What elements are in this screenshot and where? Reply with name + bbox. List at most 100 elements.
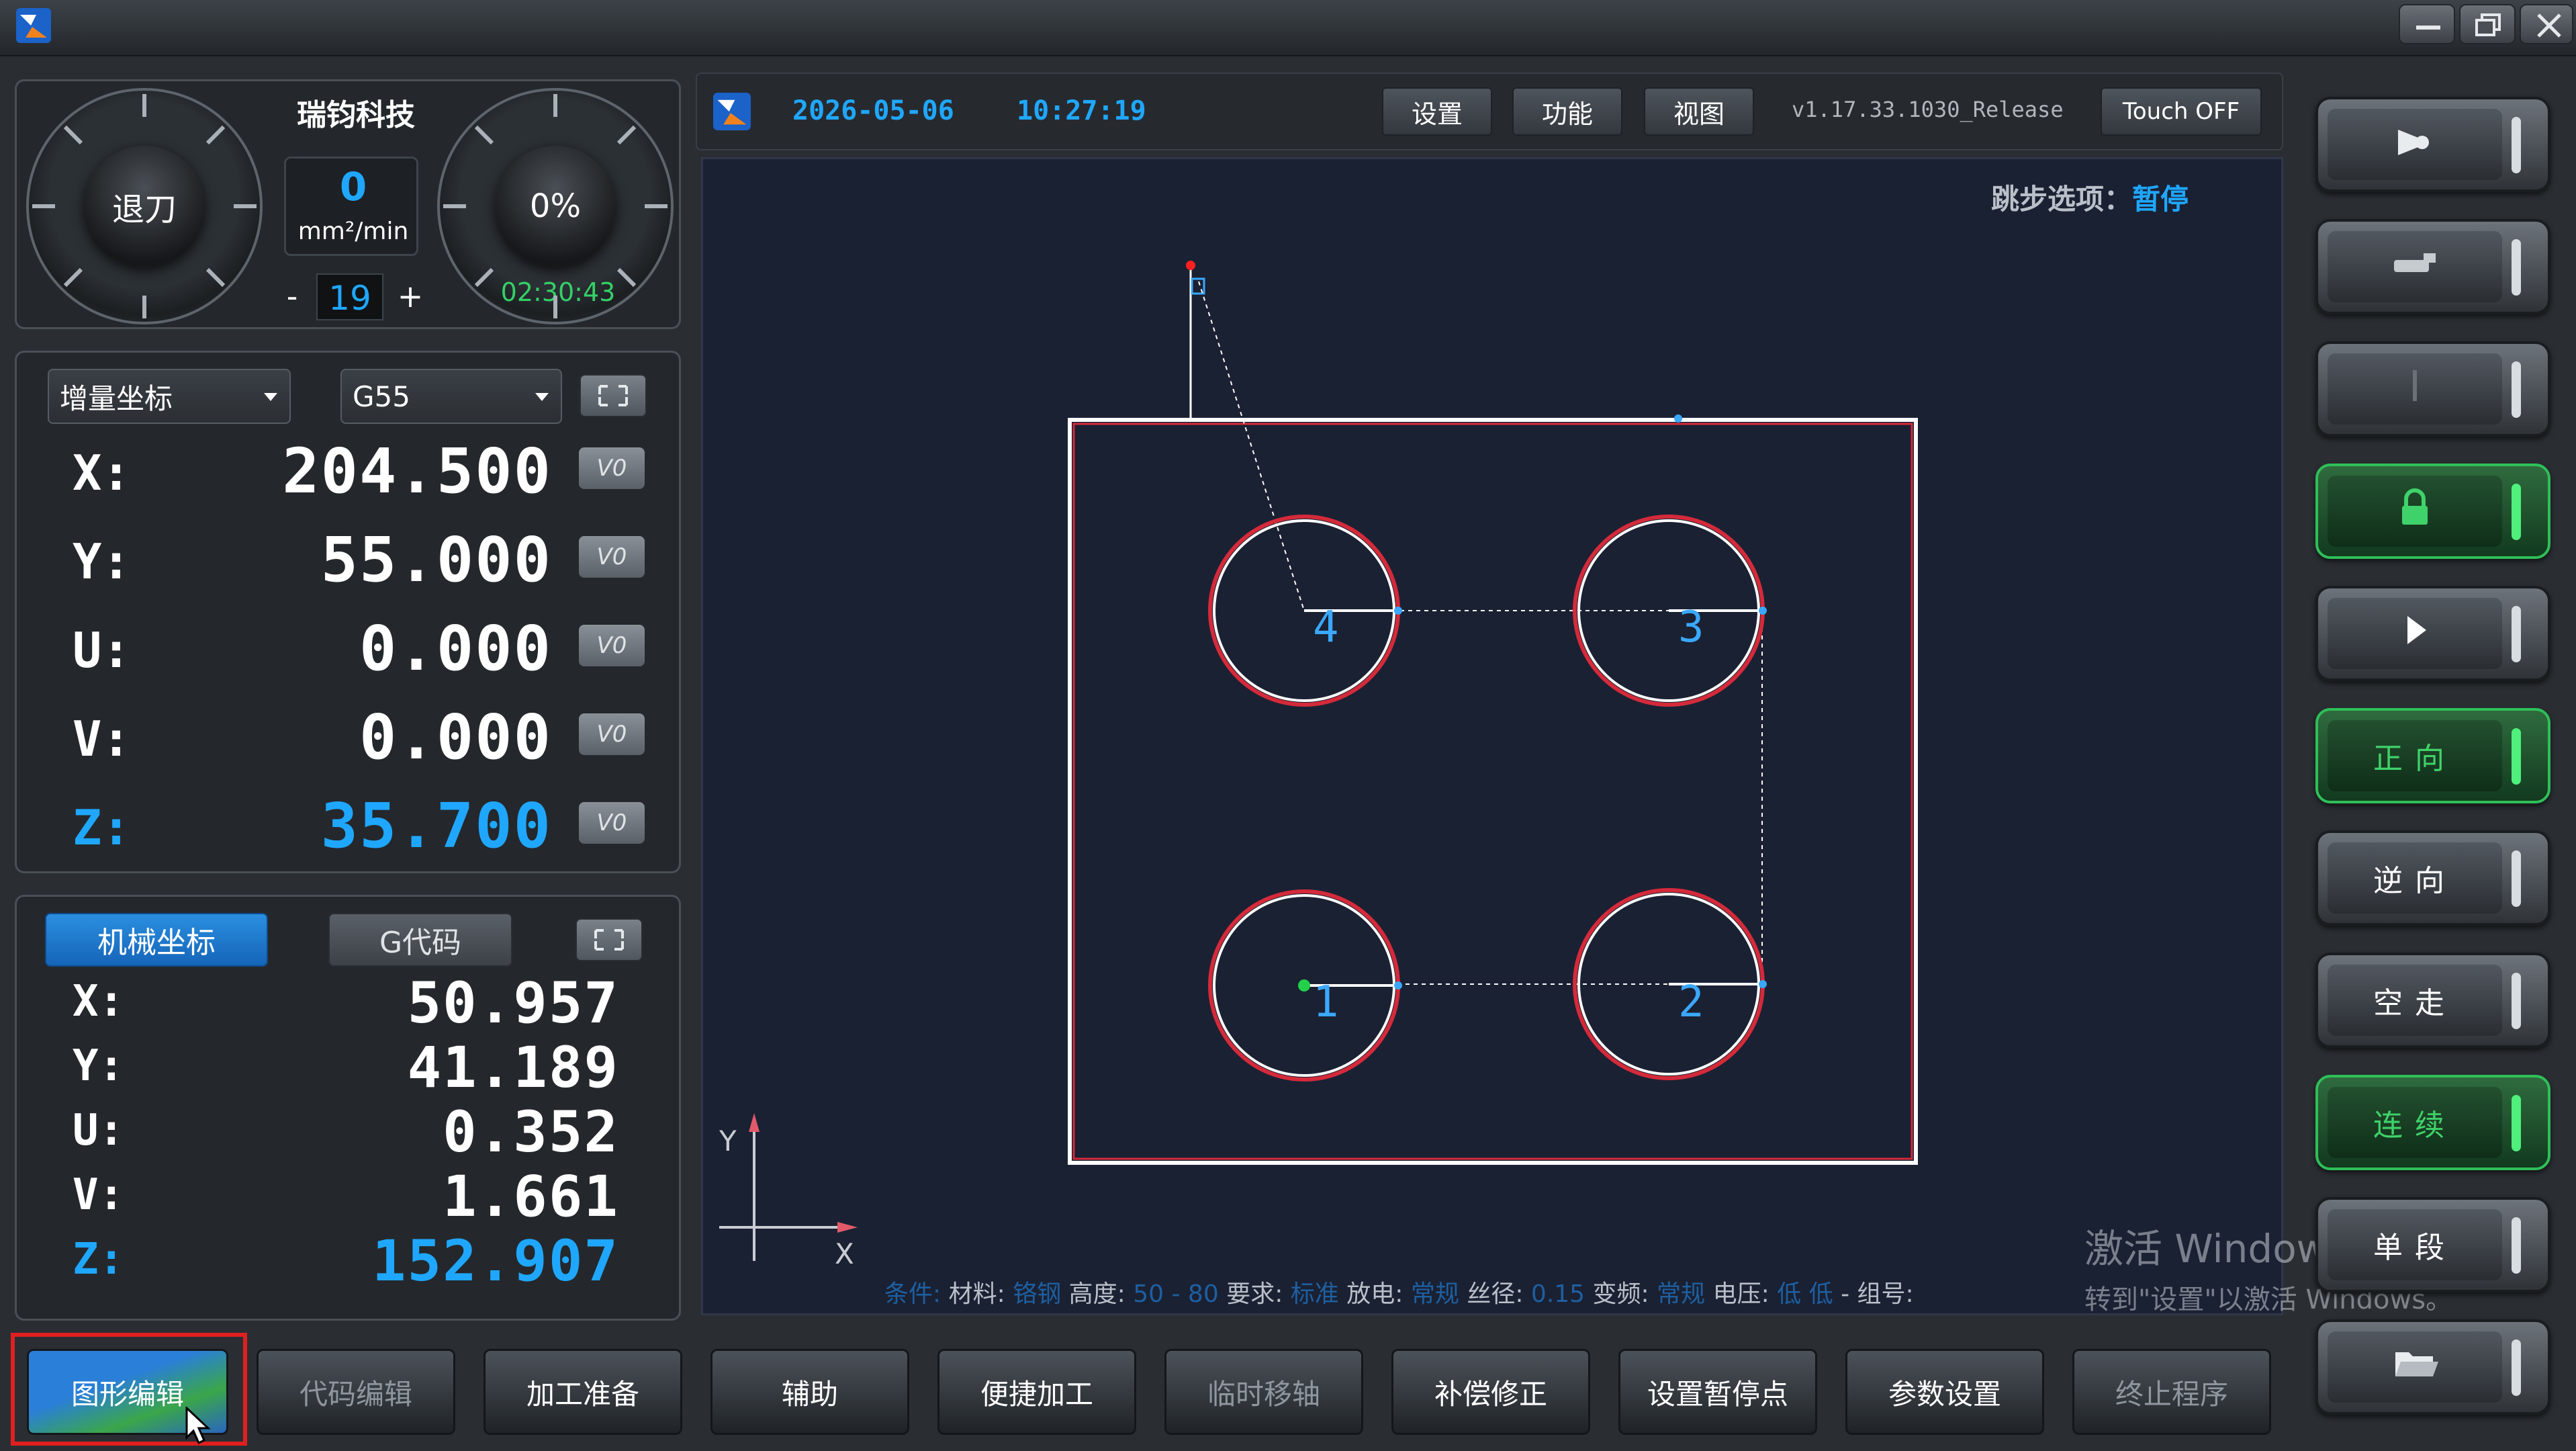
bottom-button-5[interactable]: 便捷加工: [937, 1349, 1136, 1435]
app-logo-icon: [713, 93, 751, 130]
tab-gcode[interactable]: G代码: [328, 913, 512, 967]
lock-icon: [2385, 484, 2445, 539]
minimize-button[interactable]: [2399, 4, 2455, 44]
zero-axis-button[interactable]: V0: [579, 536, 645, 578]
dial-tick: [205, 267, 226, 288]
stepper-plus-button[interactable]: +: [390, 276, 430, 316]
side-button-label: 逆向: [2373, 864, 2456, 898]
bottom-button-3[interactable]: 加工准备: [484, 1349, 682, 1435]
feed-knob-label: 0%: [529, 187, 582, 225]
zero-axis-button[interactable]: V0: [579, 802, 645, 844]
dial-tick: [645, 204, 668, 208]
side-button-5[interactable]: [2315, 586, 2550, 681]
bottom-button-10[interactable]: 终止程序: [2072, 1349, 2271, 1435]
machine-coord-value: 0.352: [443, 1099, 619, 1165]
coord-value: 0.000: [359, 701, 552, 773]
touch-toggle[interactable]: Touch OFF: [2101, 87, 2262, 136]
expand-button[interactable]: [580, 374, 647, 417]
machine-axis-label: U:: [73, 1106, 125, 1155]
wire-icon: [2385, 362, 2445, 416]
tab-machine-coords[interactable]: 机械坐标: [45, 913, 268, 967]
menu-functions[interactable]: 功能: [1512, 87, 1622, 136]
side-button-9[interactable]: 连续: [2315, 1075, 2550, 1170]
coord-value: 0.000: [359, 613, 552, 685]
side-button-10[interactable]: 单段: [2315, 1197, 2550, 1292]
feed-dial[interactable]: 0% 02:30:43: [437, 88, 674, 324]
status-freq-value: 常规: [1657, 1280, 1706, 1308]
side-button-6[interactable]: 正向: [2315, 708, 2550, 803]
bottom-button-8[interactable]: 设置暂停点: [1618, 1349, 1817, 1435]
side-button-indicator: [2512, 850, 2521, 907]
retract-knob[interactable]: 退刀: [84, 146, 205, 267]
side-button-face: [2328, 231, 2502, 302]
zero-axis-button[interactable]: V0: [579, 625, 645, 666]
retract-dial[interactable]: 退刀: [26, 88, 263, 324]
hole-number-4: 4: [1313, 603, 1339, 652]
bottom-button-6[interactable]: 临时移轴: [1164, 1349, 1363, 1435]
feed-knob[interactable]: 0%: [495, 146, 616, 267]
retract-knob-label: 退刀: [111, 191, 177, 228]
app-logo-icon: [16, 8, 51, 43]
dial-tick: [63, 267, 83, 288]
start-point: [1186, 261, 1195, 270]
bottom-button-4[interactable]: 辅助: [710, 1349, 909, 1435]
side-button-indicator: [2512, 606, 2521, 662]
menu-view[interactable]: 视图: [1644, 87, 1754, 136]
side-button-indicator: [2512, 1339, 2521, 1396]
status-volt-value: 低 低: [1777, 1280, 1833, 1308]
side-button-face: [2328, 109, 2502, 180]
close-button[interactable]: [2520, 4, 2573, 44]
coord-value: 55.000: [320, 524, 552, 596]
brand-name: 瑞钧科技: [297, 98, 415, 132]
workpiece-inner-outline: [1072, 423, 1913, 1160]
restore-button[interactable]: [2459, 4, 2516, 44]
side-button-face: [2328, 598, 2502, 669]
wcs-value: G55: [353, 380, 410, 413]
machine-axis-label: X:: [73, 977, 125, 1026]
side-button-1[interactable]: [2315, 97, 2550, 192]
side-button-2[interactable]: [2315, 219, 2550, 314]
side-button-8[interactable]: 空走: [2315, 953, 2550, 1048]
side-button-indicator: [2512, 1217, 2521, 1274]
header-date: 2026-05-06: [792, 95, 954, 126]
tab-gcode-label: G代码: [379, 926, 462, 960]
hole-number-3: 3: [1678, 603, 1704, 652]
machine-axis-label: Z:: [73, 1235, 125, 1284]
side-button-indicator: [2512, 1095, 2521, 1151]
header-time: 10:27:19: [1017, 95, 1146, 126]
bottom-button-7[interactable]: 补偿修正: [1391, 1349, 1590, 1435]
version-label: v1.17.33.1030_Release: [1792, 97, 2064, 122]
side-button-11[interactable]: [2315, 1319, 2550, 1415]
menu-settings[interactable]: 设置: [1382, 87, 1492, 136]
dial-tick: [234, 204, 257, 208]
dial-panel: 瑞钧科技 退刀 0 mm²/min - 19 + 0% 02:30:43: [15, 79, 681, 329]
dial-tick: [474, 125, 494, 145]
stepper-minus-button[interactable]: -: [272, 276, 312, 316]
expand-button[interactable]: [576, 918, 643, 961]
side-button-7[interactable]: 逆向: [2315, 830, 2550, 926]
side-button-face: 空走: [2328, 965, 2502, 1036]
status-material-value: 铬钢: [1013, 1280, 1062, 1308]
current-position: [1298, 979, 1310, 992]
speed-value: 0: [339, 164, 367, 210]
dial-tick: [32, 204, 55, 208]
side-button-4[interactable]: [2315, 464, 2550, 559]
bottom-button-9[interactable]: 参数设置: [1845, 1349, 2044, 1435]
coord-mode-select[interactable]: 增量坐标: [48, 369, 291, 424]
coord-value: 204.500: [282, 435, 552, 507]
status-group-label: - 组号:: [1841, 1280, 1914, 1308]
side-button-face: [2328, 476, 2502, 547]
coord-value: 35.700: [320, 790, 552, 862]
light-icon: [2385, 118, 2445, 172]
hole-2: [1573, 888, 1767, 1080]
coord-axis-label: V:: [73, 711, 131, 767]
zero-axis-button[interactable]: V0: [579, 447, 645, 489]
side-button-3[interactable]: [2315, 341, 2550, 437]
side-button-face: 单段: [2328, 1209, 2502, 1280]
stepper-value[interactable]: 19: [316, 273, 383, 320]
bottom-button-2[interactable]: 代码编辑: [257, 1349, 455, 1435]
zero-axis-button[interactable]: V0: [579, 713, 645, 755]
graphics-canvas[interactable]: 跳步选项：暂停 4 3 1 2 Y X 条件: 材料: 铬钢 高度: 50 - …: [701, 157, 2283, 1315]
play-icon: [2385, 607, 2445, 661]
wcs-select[interactable]: G55: [340, 369, 562, 424]
